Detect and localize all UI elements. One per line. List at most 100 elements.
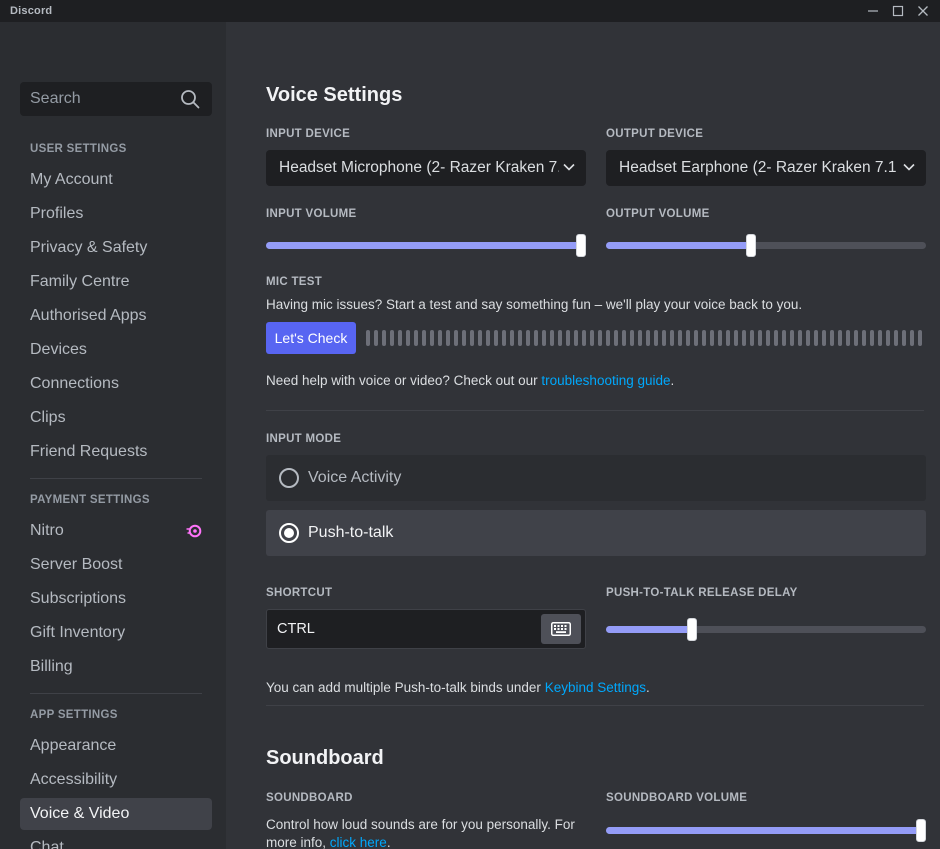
ptt-release-delay-slider[interactable] xyxy=(606,618,926,641)
page-title: Voice Settings xyxy=(266,84,403,106)
user-settings-header: USER SETTINGS xyxy=(30,143,127,155)
meter-bar xyxy=(718,330,722,346)
slider-fill xyxy=(266,242,581,249)
radio-label: Push-to-talk xyxy=(308,524,394,541)
meter-bar xyxy=(582,330,586,346)
meter-bar xyxy=(398,330,402,346)
meter-bar xyxy=(534,330,538,346)
output-volume-label: OUTPUT VOLUME xyxy=(606,208,710,220)
soundboard-desc-prefix: Control how loud sounds are for you pers… xyxy=(266,817,575,849)
output-device-select[interactable]: Headset Earphone (2- Razer Kraken 7.1 Ch… xyxy=(606,150,926,186)
meter-bar xyxy=(758,330,762,346)
input-device-value: Headset Microphone (2- Razer Kraken 7.1 … xyxy=(279,159,559,176)
sidebar-item-friend-requests[interactable]: Friend Requests xyxy=(20,436,212,468)
meter-bar xyxy=(606,330,610,346)
meter-bar xyxy=(470,330,474,346)
radio-push-to-talk[interactable]: Push-to-talk xyxy=(266,510,926,556)
meter-bar xyxy=(646,330,650,346)
output-device-value: Headset Earphone (2- Razer Kraken 7.1 Ch… xyxy=(619,159,899,176)
sidebar-item-privacy-safety[interactable]: Privacy & Safety xyxy=(20,232,212,264)
slider-handle[interactable] xyxy=(686,618,697,641)
shortcut-recorder[interactable]: CTRL xyxy=(266,609,586,649)
meter-bar xyxy=(702,330,706,346)
meter-bar xyxy=(590,330,594,346)
keybind-settings-link[interactable]: Keybind Settings xyxy=(545,680,646,695)
sidebar-item-gift-inventory[interactable]: Gift Inventory xyxy=(20,617,212,649)
troubleshooting-text: Need help with voice or video? Check out… xyxy=(266,373,674,388)
troubleshooting-link[interactable]: troubleshooting guide xyxy=(541,373,670,388)
sidebar-item-chat[interactable]: Chat xyxy=(20,832,212,849)
soundboard-volume-label: SOUNDBOARD VOLUME xyxy=(606,792,748,804)
meter-bar xyxy=(486,330,490,346)
minimize-icon xyxy=(868,10,878,12)
sidebar-item-profiles[interactable]: Profiles xyxy=(20,198,212,230)
slider-handle[interactable] xyxy=(916,819,926,842)
meter-bar xyxy=(598,330,602,346)
keybind-hint-prefix: You can add multiple Push-to-talk binds … xyxy=(266,680,545,695)
record-keybind-button[interactable] xyxy=(541,614,581,644)
meter-bar xyxy=(638,330,642,346)
sidebar-item-appearance[interactable]: Appearance xyxy=(20,730,212,762)
sidebar-item-devices[interactable]: Devices xyxy=(20,334,212,366)
app-title: Discord xyxy=(10,5,53,17)
meter-bar xyxy=(614,330,618,346)
sidebar-item-server-boost[interactable]: Server Boost xyxy=(20,549,212,581)
close-icon xyxy=(918,6,928,16)
sidebar-item-voice-video[interactable]: Voice & Video xyxy=(20,798,212,830)
input-volume-slider[interactable] xyxy=(266,234,586,257)
sidebar-item-nitro[interactable]: Nitro xyxy=(20,515,212,547)
meter-bar xyxy=(902,330,906,346)
meter-bar xyxy=(558,330,562,346)
soundboard-label: SOUNDBOARD xyxy=(266,792,353,804)
meter-bar xyxy=(734,330,738,346)
meter-bar xyxy=(830,330,834,346)
meter-bar xyxy=(550,330,554,346)
meter-bar xyxy=(622,330,626,346)
sidebar-item-authorised-apps[interactable]: Authorised Apps xyxy=(20,300,212,332)
app-settings-header: APP SETTINGS xyxy=(30,709,118,721)
meter-bar xyxy=(438,330,442,346)
slider-handle[interactable] xyxy=(576,234,586,257)
meter-bar xyxy=(518,330,522,346)
output-volume-slider[interactable] xyxy=(606,234,926,257)
sidebar-item-billing[interactable]: Billing xyxy=(20,651,212,683)
meter-bar xyxy=(494,330,498,346)
input-device-select[interactable]: Headset Microphone (2- Razer Kraken 7.1 … xyxy=(266,150,586,186)
sidebar-item-connections[interactable]: Connections xyxy=(20,368,212,400)
sidebar-item-accessibility[interactable]: Accessibility xyxy=(20,764,212,796)
meter-bar xyxy=(502,330,506,346)
sidebar-item-subscriptions[interactable]: Subscriptions xyxy=(20,583,212,615)
section-divider xyxy=(266,410,924,411)
mic-test-description: Having mic issues? Start a test and say … xyxy=(266,297,803,312)
meter-bar xyxy=(414,330,418,346)
meter-bar xyxy=(790,330,794,346)
search-icon xyxy=(181,90,200,109)
slider-handle[interactable] xyxy=(745,234,756,257)
meter-bar xyxy=(686,330,690,346)
search-input[interactable]: Search xyxy=(20,82,212,116)
meter-bar xyxy=(542,330,546,346)
sidebar-item-my-account[interactable]: My Account xyxy=(20,164,212,196)
slider-fill xyxy=(606,626,692,633)
soundboard-volume-slider[interactable] xyxy=(606,819,926,842)
section-divider xyxy=(266,705,924,706)
radio-voice-activity[interactable]: Voice Activity xyxy=(266,455,926,501)
meter-bar xyxy=(774,330,778,346)
mic-test-label: MIC TEST xyxy=(266,276,323,288)
sidebar-item-clips[interactable]: Clips xyxy=(20,402,212,434)
help-text-prefix: Need help with voice or video? Check out… xyxy=(266,373,542,388)
soundboard-description: Control how loud sounds are for you pers… xyxy=(266,816,586,849)
voice-video-settings: Voice Settings INPUT DEVICE OUTPUT DEVIC… xyxy=(226,22,940,849)
meter-bar xyxy=(822,330,826,346)
soundboard-click-here-link[interactable]: click here xyxy=(330,835,387,849)
lets-check-button[interactable]: Let's Check xyxy=(266,322,356,354)
meter-bar xyxy=(854,330,858,346)
help-text-suffix: . xyxy=(670,373,675,388)
radio-label: Voice Activity xyxy=(308,469,402,486)
close-button[interactable] xyxy=(906,0,940,22)
input-mode-label: INPUT MODE xyxy=(266,433,342,445)
sidebar-item-family-centre[interactable]: Family Centre xyxy=(20,266,212,298)
meter-bar xyxy=(654,330,658,346)
meter-bar xyxy=(406,330,410,346)
meter-bar xyxy=(742,330,746,346)
